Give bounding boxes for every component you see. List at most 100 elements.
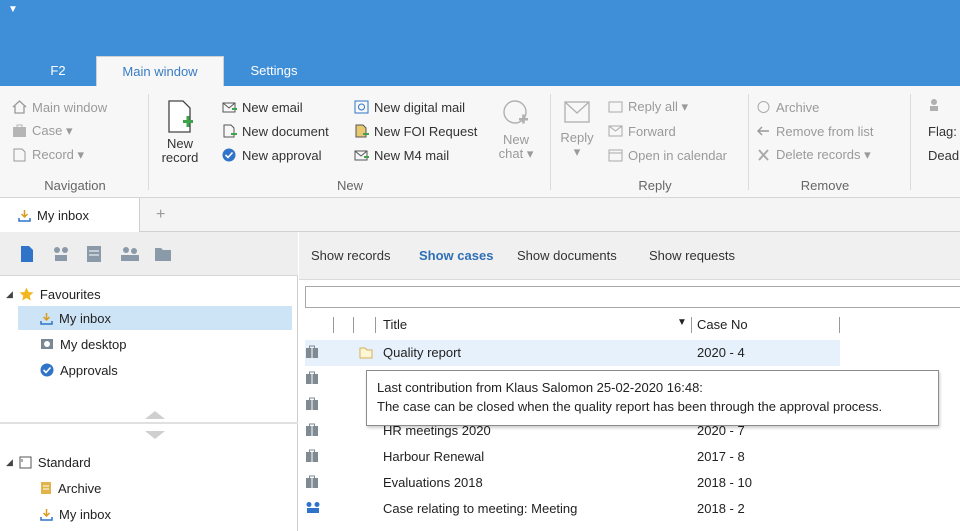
- separator: [748, 94, 749, 190]
- record-button[interactable]: Record ▾: [12, 146, 84, 164]
- filter-input[interactable]: [305, 286, 960, 308]
- title-bar: ▼: [0, 0, 960, 56]
- quick-access-menu-icon[interactable]: ▼: [8, 4, 18, 15]
- reply-all-button[interactable]: Reply all ▾: [608, 98, 688, 116]
- tree-group-standard[interactable]: ◢ Standard: [6, 450, 91, 474]
- sort-desc-icon[interactable]: ▼: [677, 317, 687, 328]
- new-document-button[interactable]: New document: [222, 122, 329, 140]
- navigation-panel: ◢ Favourites My inbox My desktop Approva…: [0, 232, 298, 531]
- new-digital-mail-button[interactable]: New digital mail: [354, 98, 465, 116]
- email-icon: [222, 100, 237, 114]
- column-separator[interactable]: [333, 317, 334, 333]
- archive-button[interactable]: Archive: [756, 98, 819, 116]
- forward-button[interactable]: Forward: [608, 122, 676, 140]
- records-icon[interactable]: [20, 245, 34, 263]
- separator: [910, 94, 911, 190]
- document-icon: [222, 124, 237, 138]
- contacts-icon[interactable]: [120, 245, 140, 263]
- column-separator[interactable]: [353, 317, 354, 333]
- document-tab-strip: My inbox +: [0, 198, 960, 232]
- tab-f2[interactable]: F2: [40, 56, 76, 86]
- scroll-down-icon[interactable]: [144, 430, 166, 440]
- column-separator[interactable]: [839, 317, 840, 333]
- tooltip-line-2: The case can be closed when the quality …: [377, 399, 883, 414]
- separator: [550, 94, 551, 190]
- new-chat-label-1: New: [502, 132, 529, 147]
- case-button[interactable]: Case ▾: [12, 122, 73, 140]
- reply-all-label: Reply all ▾: [628, 99, 688, 114]
- row-title: Case relating to meeting: Meeting: [383, 501, 578, 516]
- navigation-group-label: Navigation: [44, 178, 106, 193]
- new-document-label: New document: [242, 123, 329, 139]
- forward-icon: [608, 124, 623, 138]
- table-row[interactable]: Quality report 2020 - 4: [305, 340, 960, 366]
- inbox-icon: [18, 209, 31, 222]
- reply-dropdown: ▾: [573, 144, 581, 159]
- new-record-label-1: New: [166, 136, 193, 151]
- cases-icon[interactable]: [86, 245, 102, 263]
- open-in-calendar-button[interactable]: Open in calendar: [608, 146, 727, 164]
- tree-item-archive[interactable]: Archive: [40, 476, 101, 500]
- ribbon-tab-strip: F2 Main window Settings: [0, 56, 960, 86]
- meeting-case-icon: [306, 502, 320, 513]
- new-email-button[interactable]: New email: [222, 98, 303, 116]
- column-header-case-no[interactable]: Case No: [697, 317, 748, 332]
- meetings-icon[interactable]: [52, 245, 70, 263]
- new-record-button[interactable]: New record: [158, 100, 202, 165]
- main-window-button[interactable]: Main window: [12, 98, 107, 116]
- flag-label[interactable]: Flag:: [928, 122, 957, 140]
- remove-from-list-button[interactable]: Remove from list: [756, 122, 874, 140]
- remove-group-label: Remove: [800, 178, 850, 193]
- column-separator[interactable]: [691, 317, 692, 333]
- reply-label: Reply: [560, 130, 594, 145]
- star-icon: [19, 287, 34, 301]
- desktop-icon: [41, 338, 53, 349]
- reply-all-icon: [608, 100, 623, 114]
- table-row[interactable]: Harbour Renewal 2017 - 8: [305, 444, 960, 470]
- approval-icon: [222, 148, 237, 162]
- tab-settings[interactable]: Settings: [238, 56, 310, 86]
- tab-main-window[interactable]: Main window: [96, 56, 224, 86]
- new-email-label: New email: [242, 99, 303, 115]
- panel-splitter[interactable]: [0, 422, 298, 424]
- new-foi-request-button[interactable]: New FOI Request: [354, 122, 477, 140]
- tree-item-my-desktop[interactable]: My desktop: [40, 332, 126, 356]
- show-cases-link[interactable]: Show cases: [419, 248, 493, 263]
- collapse-icon[interactable]: ◢: [6, 457, 13, 468]
- show-requests-link[interactable]: Show requests: [649, 248, 735, 263]
- tree-item-approvals[interactable]: Approvals: [40, 358, 118, 382]
- new-record-label-2: record: [161, 150, 199, 165]
- column-separator[interactable]: [375, 317, 376, 333]
- approval-icon: [40, 363, 54, 377]
- delete-records-button[interactable]: Delete records ▾: [756, 146, 871, 164]
- table-row[interactable]: Case relating to meeting: Meeting 2018 -…: [305, 496, 960, 522]
- deadline-label[interactable]: Dead: [928, 146, 959, 164]
- show-records-link[interactable]: Show records: [311, 248, 390, 263]
- tree-item-label: My desktop: [60, 336, 127, 352]
- show-documents-link[interactable]: Show documents: [517, 248, 617, 263]
- scroll-up-icon[interactable]: [144, 410, 166, 420]
- tree-item-label: My inbox: [59, 310, 112, 326]
- new-approval-button[interactable]: New approval: [222, 146, 322, 164]
- new-chat-button[interactable]: New chat ▾: [494, 98, 538, 161]
- add-tab-button[interactable]: +: [156, 206, 165, 224]
- flag-person-icon: [928, 96, 940, 114]
- tree-item-my-inbox-standard[interactable]: My inbox: [40, 502, 111, 526]
- column-header-title[interactable]: Title: [383, 317, 407, 332]
- inbox-icon: [40, 312, 53, 325]
- show-filter-bar: Show records Show cases Show documents S…: [299, 232, 960, 280]
- table-row[interactable]: Evaluations 2018 2018 - 10: [305, 470, 960, 496]
- folders-icon[interactable]: [154, 245, 172, 263]
- record-label: Record ▾: [32, 147, 85, 162]
- new-m4-mail-button[interactable]: New M4 mail: [354, 146, 449, 164]
- tree-group-favourites[interactable]: ◢ Favourites: [6, 282, 101, 306]
- m4-mail-icon: [354, 148, 369, 162]
- case-icon: [306, 449, 318, 462]
- reply-button[interactable]: Reply ▾: [558, 98, 596, 159]
- archive-label: Archive: [776, 99, 820, 115]
- case-label: Case ▾: [32, 123, 73, 138]
- tree-item-my-inbox[interactable]: My inbox: [40, 306, 111, 330]
- row-title: Evaluations 2018: [383, 475, 483, 490]
- doc-tab-my-inbox[interactable]: My inbox: [0, 198, 140, 232]
- collapse-icon[interactable]: ◢: [6, 289, 13, 300]
